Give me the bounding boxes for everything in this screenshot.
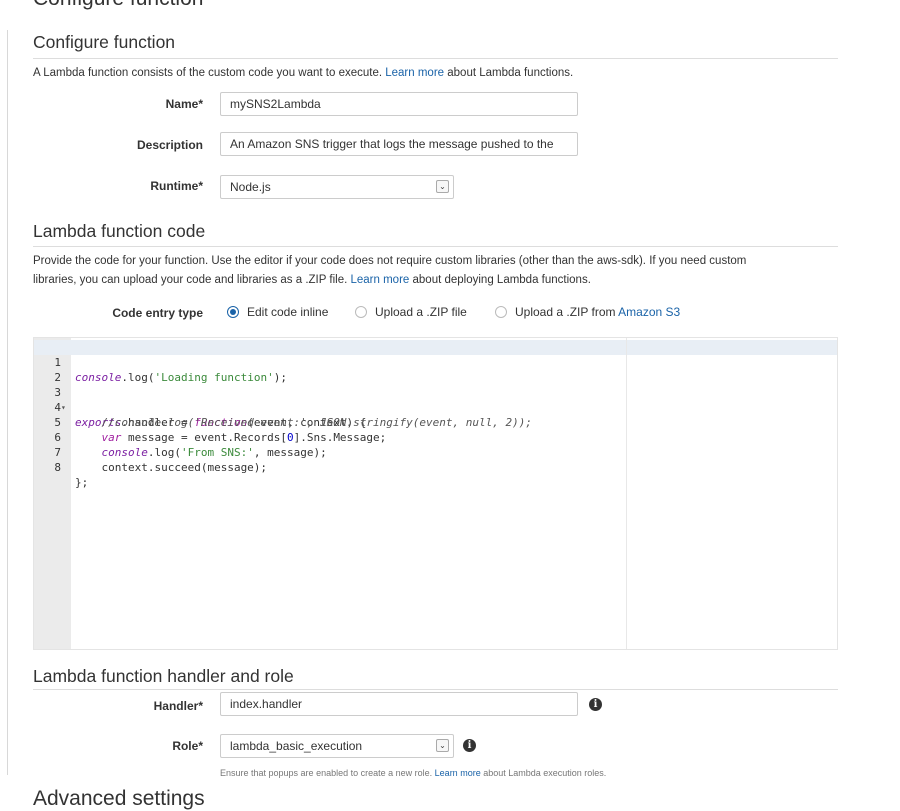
code-line: 1 console.log('Loading function'); [34, 340, 287, 384]
radio-upload-s3[interactable] [495, 306, 507, 318]
section-title-configure: Configure function [33, 32, 176, 52]
divider [33, 58, 838, 59]
name-field[interactable]: mySNS2Lambda [220, 92, 578, 116]
code-line: 4 //console.log('Received event:', JSON.… [34, 385, 532, 429]
intro-suffix: about Lambda functions. [447, 67, 574, 79]
learn-more-link[interactable]: Learn more [351, 274, 410, 286]
description-label: Description [136, 138, 203, 152]
active-line-highlight [34, 340, 837, 355]
left-border [7, 30, 8, 775]
advanced-settings-heading-partial: Advanced settings [33, 787, 205, 810]
page-heading-partial: Configure function [33, 0, 203, 11]
code-desc-prefix: libraries, you can upload your code and … [33, 274, 348, 286]
code-desc-suffix: about deploying Lambda functions. [412, 274, 591, 286]
description-field[interactable]: An Amazon SNS trigger that logs the mess… [220, 132, 578, 156]
info-icon[interactable]: i [589, 698, 602, 711]
hint-text: Ensure that popups are enabled to create… [220, 768, 433, 778]
section-title-handler: Lambda function handler and role [33, 666, 294, 686]
info-icon[interactable]: i [463, 739, 476, 752]
role-select[interactable]: lambda_basic_execution ⌄ [220, 734, 454, 758]
code-line: 8 }; [34, 445, 88, 489]
line-number: 8 [54, 461, 61, 474]
divider [33, 689, 838, 690]
code-editor[interactable]: 1 console.log('Loading function'); 2 3 ▾… [33, 337, 838, 650]
code-text: //console.log('Received event:', JSON.st… [75, 416, 532, 429]
upload-s3-text: Upload a .ZIP from [515, 305, 616, 319]
runtime-select[interactable]: Node.js ⌄ [220, 175, 454, 199]
radio-upload-zip[interactable] [355, 306, 367, 318]
radio-label-upload-s3: Upload a .ZIP from Amazon S3 [515, 305, 680, 319]
code-desc-line1: Provide the code for your function. Use … [33, 255, 747, 267]
code-text: var message = event.Records[0].Sns.Messa… [101, 431, 387, 444]
radio-label-edit-inline: Edit code inline [247, 305, 329, 319]
learn-more-link[interactable]: Learn more [435, 768, 481, 778]
code-desc-line2: libraries, you can upload your code and … [33, 271, 853, 290]
chevron-down-icon: ⌄ [436, 739, 449, 752]
code-text: }; [75, 476, 89, 489]
code-text: context.succeed(message); [75, 461, 268, 474]
print-margin [626, 338, 627, 649]
code-entry-type-label: Code entry type [112, 306, 203, 320]
handler-field[interactable]: index.handler [220, 692, 578, 716]
code-description: Provide the code for your function. Use … [33, 252, 853, 290]
code-line: 6 console.log('From SNS:', message); [34, 415, 326, 459]
intro-text: A Lambda function consists of the custom… [33, 67, 383, 79]
code-text: console.log('Loading function'); [75, 371, 287, 384]
runtime-label: Runtime* [150, 179, 203, 193]
handler-label: Handler* [153, 699, 203, 713]
code-line: 5 var message = event.Records[0].Sns.Mes… [34, 400, 386, 444]
radio-edit-inline[interactable] [227, 306, 239, 318]
role-value: lambda_basic_execution [230, 739, 363, 753]
name-label: Name* [165, 97, 203, 111]
chevron-down-icon: ⌄ [436, 180, 449, 193]
radio-label-upload-zip: Upload a .ZIP file [375, 305, 467, 319]
code-line: 3 ▾ exports.handler = function(event, co… [34, 370, 366, 429]
code-text: console.log('From SNS:', message); [101, 446, 327, 459]
code-line: 2 [34, 355, 61, 384]
configure-intro: A Lambda function consists of the custom… [33, 64, 853, 83]
role-label: Role* [172, 739, 203, 753]
fold-toggle-icon[interactable]: ▾ [61, 400, 69, 415]
amazon-s3-link[interactable]: Amazon S3 [618, 305, 680, 319]
hint-suffix: about Lambda execution roles. [483, 768, 607, 778]
runtime-value: Node.js [230, 180, 271, 194]
code-line: 7 context.succeed(message); [34, 430, 267, 474]
divider [33, 246, 838, 247]
section-title-code: Lambda function code [33, 221, 206, 241]
role-hint: Ensure that popups are enabled to create… [220, 768, 606, 778]
learn-more-link[interactable]: Learn more [385, 67, 444, 79]
